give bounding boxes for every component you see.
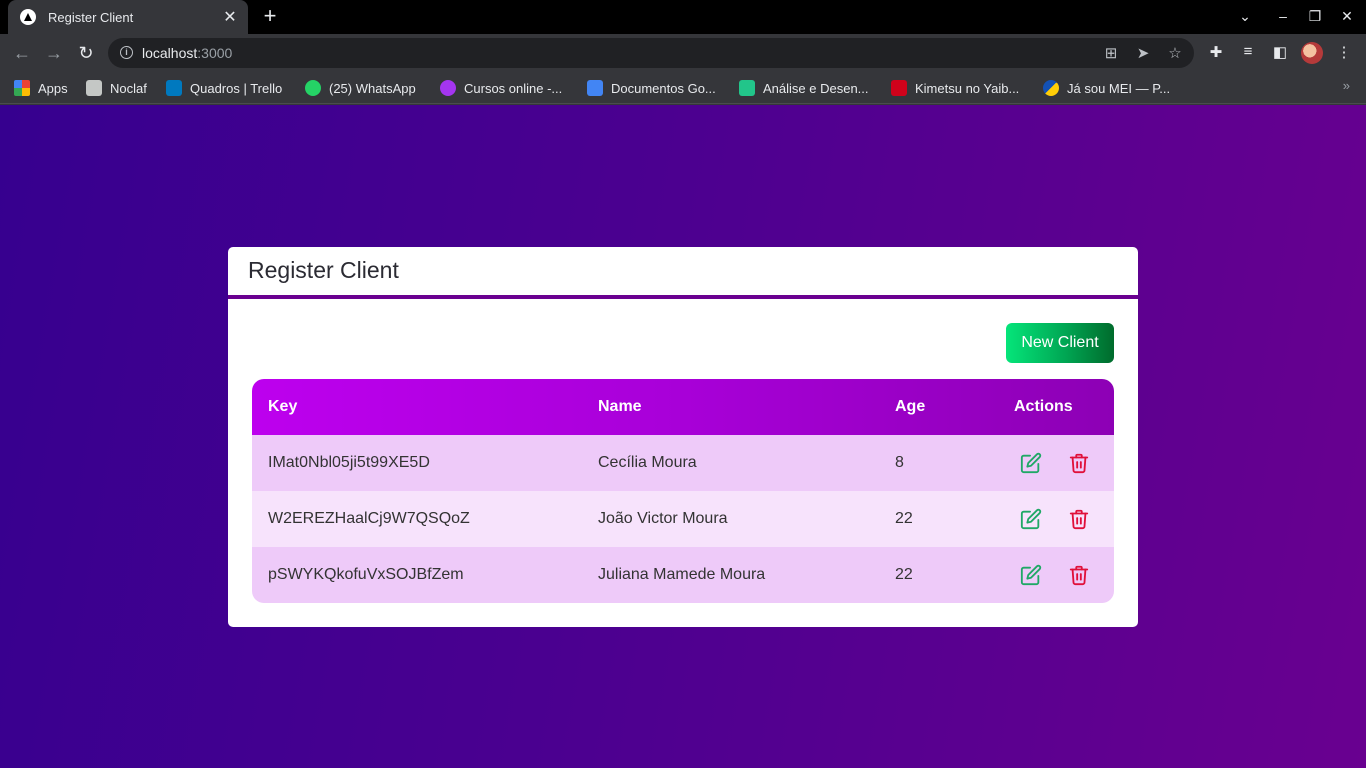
address-host: localhost <box>142 45 198 61</box>
site-icon <box>739 80 755 96</box>
cell-name: João Victor Moura <box>598 510 728 527</box>
bookmark-label: Documentos Go... <box>611 80 716 96</box>
trash-icon[interactable] <box>1067 507 1091 531</box>
bookmark-label: Análise e Desen... <box>763 80 869 96</box>
tab-title: Register Client <box>48 9 134 25</box>
bookmark-udemy[interactable]: Cursos online -... <box>440 78 562 98</box>
address-bar[interactable]: i localhost:3000 ⊞ ➤ ☆ <box>108 38 1194 68</box>
bookmark-label: (25) WhatsApp <box>329 80 416 96</box>
restore-icon[interactable]: ❐ <box>1305 8 1325 25</box>
cell-name: Cecília Moura <box>598 454 697 471</box>
bookmark-label: Apps <box>38 80 68 96</box>
cell-key: IMat0Nbl05ji5t99XE5D <box>268 454 430 471</box>
whatsapp-icon <box>305 80 321 96</box>
send-icon[interactable]: ➤ <box>1134 44 1152 62</box>
profile-avatar[interactable] <box>1301 42 1323 64</box>
address-port: :3000 <box>197 45 233 61</box>
register-client-card: Register Client New Client Key Name Age … <box>228 247 1138 627</box>
media-queue-icon[interactable]: ≡ <box>1238 43 1258 60</box>
bookmark-label: Kimetsu no Yaib... <box>915 80 1020 96</box>
table-row: pSWYKQkofuVxSOJBfZem Juliana Mamede Mour… <box>252 547 1114 603</box>
bookmarks-bar: Apps Noclaf Quadros | Trello (25) WhatsA… <box>0 72 1366 104</box>
bookmark-mei[interactable]: Já sou MEI — P... <box>1043 78 1170 98</box>
bookmark-star-icon[interactable]: ☆ <box>1166 44 1184 62</box>
translate-icon[interactable]: ⊞ <box>1102 44 1120 62</box>
cell-name: Juliana Mamede Moura <box>598 566 766 583</box>
bookmark-label: Cursos online -... <box>464 80 563 96</box>
tv-icon <box>891 80 907 96</box>
address-url: localhost:3000 <box>142 45 232 61</box>
column-header-name: Name <box>598 398 642 415</box>
table-row: W2EREZHaalCj9W7QSQoZ João Victor Moura 2… <box>252 491 1114 547</box>
tab-strip: Register Client ✕ + ⌄ – ❐ ✕ <box>0 0 1366 34</box>
new-client-button[interactable]: New Client <box>1006 323 1114 363</box>
back-icon[interactable]: ← <box>12 43 32 63</box>
bookmark-kimetsu[interactable]: Kimetsu no Yaib... <box>891 78 1019 98</box>
tab-search-icon[interactable]: ⌄ <box>1235 8 1255 25</box>
cell-actions <box>993 451 1114 475</box>
bookmark-label: Quadros | Trello <box>190 80 283 96</box>
page-title: Register Client <box>248 257 399 283</box>
bookmark-analise[interactable]: Análise e Desen... <box>739 78 869 98</box>
bookmark-label: Já sou MEI — P... <box>1067 80 1171 96</box>
page-background: Register Client New Client Key Name Age … <box>0 105 1366 768</box>
trash-icon[interactable] <box>1067 451 1091 475</box>
cell-age: 22 <box>895 566 913 583</box>
cell-actions <box>993 563 1114 587</box>
cell-actions <box>993 507 1114 531</box>
bookmark-trello[interactable]: Quadros | Trello <box>166 78 282 98</box>
gov-icon <box>1043 80 1059 96</box>
bookmark-label: Noclaf <box>110 80 147 96</box>
browser-tab[interactable]: Register Client ✕ <box>8 0 248 34</box>
reload-icon[interactable]: ↻ <box>76 43 96 63</box>
cell-key: W2EREZHaalCj9W7QSQoZ <box>268 510 470 527</box>
minimize-icon[interactable]: – <box>1273 8 1293 24</box>
apps-grid-icon <box>14 80 30 96</box>
folder-icon <box>86 80 102 96</box>
column-header-key: Key <box>268 398 298 415</box>
column-header-actions: Actions <box>1014 398 1073 415</box>
column-header-age: Age <box>895 398 926 415</box>
trash-icon[interactable] <box>1067 563 1091 587</box>
card-header: Register Client <box>228 247 1138 299</box>
table-header: Key Name Age Actions <box>252 379 1114 435</box>
table-row: IMat0Nbl05ji5t99XE5D Cecília Moura 8 <box>252 435 1114 491</box>
edit-icon[interactable] <box>1019 451 1043 475</box>
browser-toolbar: ← → ↻ i localhost:3000 ⊞ ➤ ☆ ✚ ≡ ◧ ⋮ <box>0 34 1366 72</box>
extensions-icon[interactable]: ✚ <box>1206 43 1226 61</box>
tab-close-icon[interactable]: ✕ <box>222 7 238 27</box>
cell-key: pSWYKQkofuVxSOJBfZem <box>268 566 464 583</box>
cell-age: 8 <box>895 454 904 471</box>
close-window-icon[interactable]: ✕ <box>1337 8 1357 25</box>
udemy-icon <box>440 80 456 96</box>
forward-icon[interactable]: → <box>44 43 64 63</box>
bookmarks-overflow-icon[interactable]: » <box>1343 78 1350 93</box>
menu-kebab-icon[interactable]: ⋮ <box>1334 43 1354 61</box>
new-tab-button[interactable]: + <box>258 5 282 29</box>
side-panel-icon[interactable]: ◧ <box>1270 43 1290 61</box>
google-docs-icon <box>587 80 603 96</box>
bookmark-whatsapp[interactable]: (25) WhatsApp <box>305 78 416 98</box>
trello-icon <box>166 80 182 96</box>
site-info-icon[interactable]: i <box>120 46 133 59</box>
nextjs-favicon-icon <box>20 9 36 25</box>
clients-table: Key Name Age Actions IMat0Nbl05ji5t99XE5… <box>252 379 1114 603</box>
edit-icon[interactable] <box>1019 563 1043 587</box>
edit-icon[interactable] <box>1019 507 1043 531</box>
bookmark-google-docs[interactable]: Documentos Go... <box>587 78 716 98</box>
bookmark-noclaf[interactable]: Noclaf <box>86 78 147 98</box>
bookmark-apps[interactable]: Apps <box>14 78 68 98</box>
cell-age: 22 <box>895 510 913 527</box>
